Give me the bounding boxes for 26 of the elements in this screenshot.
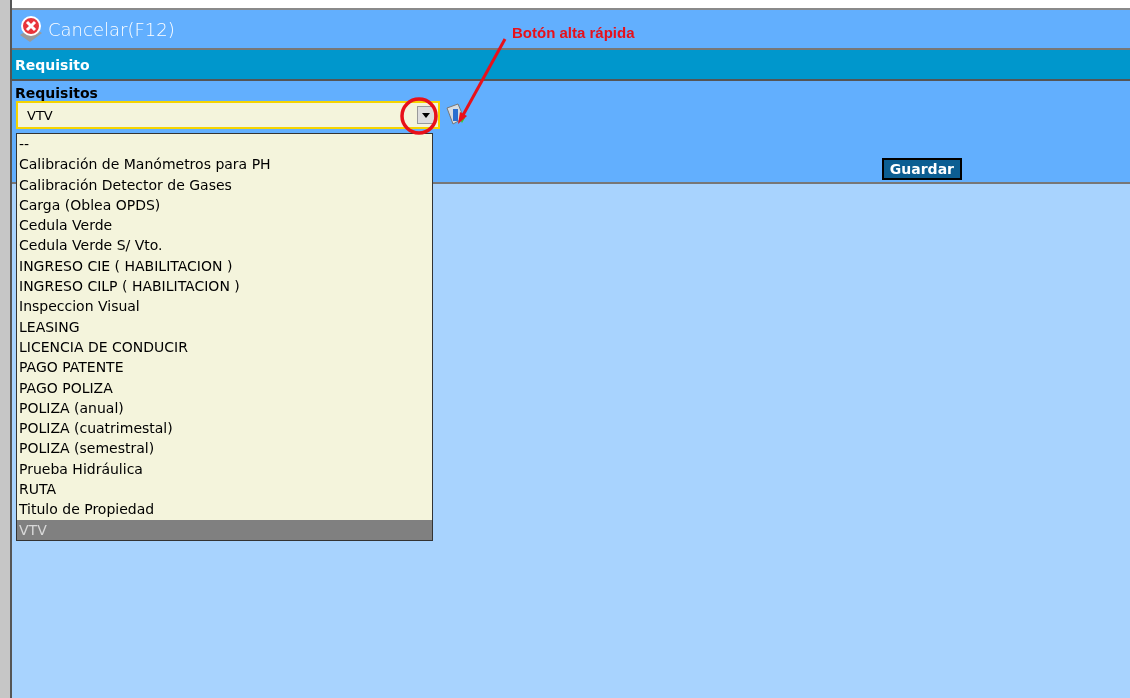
requisitos-dropdown[interactable]: VTV <box>16 101 440 129</box>
save-button[interactable]: Guardar <box>881 158 962 180</box>
dropdown-option[interactable]: POLIZA (anual) <box>17 397 432 419</box>
dropdown-option[interactable]: Calibración Detector de Gases <box>17 174 432 195</box>
dropdown-option[interactable]: Cedula Verde S/ Vto. <box>17 235 432 256</box>
dropdown-option[interactable]: Carga (Oblea OPDS) <box>17 194 432 216</box>
dropdown-option[interactable]: Inspeccion Visual <box>17 296 432 317</box>
dropdown-option[interactable]: -- <box>17 134 432 155</box>
dropdown-option[interactable]: RUTA <box>17 479 432 500</box>
annotation-label: Botón alta rápida <box>512 24 635 41</box>
dropdown-option[interactable]: Cedula Verde <box>17 215 432 236</box>
dropdown-option[interactable]: INGRESO CIE ( HABILITACION ) <box>17 255 432 277</box>
dropdown-option[interactable]: POLIZA (cuatrimestal) <box>17 418 432 439</box>
caret-icon <box>417 106 435 124</box>
dropdown-option[interactable]: LICENCIA DE CONDUCIR <box>17 336 432 358</box>
section-header: Requisito <box>12 50 1130 81</box>
dropdown-option[interactable]: PAGO PATENTE <box>17 357 432 378</box>
highlight-circle <box>400 97 438 135</box>
dropdown-option[interactable]: INGRESO CILP ( HABILITACION ) <box>17 276 432 297</box>
dropdown-option[interactable]: Calibración de Manómetros para PH <box>17 154 432 175</box>
dropdown-option[interactable]: POLIZA (semestral) <box>17 438 432 459</box>
dropdown-option[interactable]: LEASING <box>17 316 432 337</box>
dropdown-option[interactable]: PAGO POLIZA <box>17 377 432 398</box>
dropdown-option[interactable]: Prueba Hidráulica <box>17 458 432 480</box>
field-label: Requisitos <box>14 84 99 101</box>
dropdown-option[interactable]: Titulo de Propiedad <box>17 499 432 520</box>
